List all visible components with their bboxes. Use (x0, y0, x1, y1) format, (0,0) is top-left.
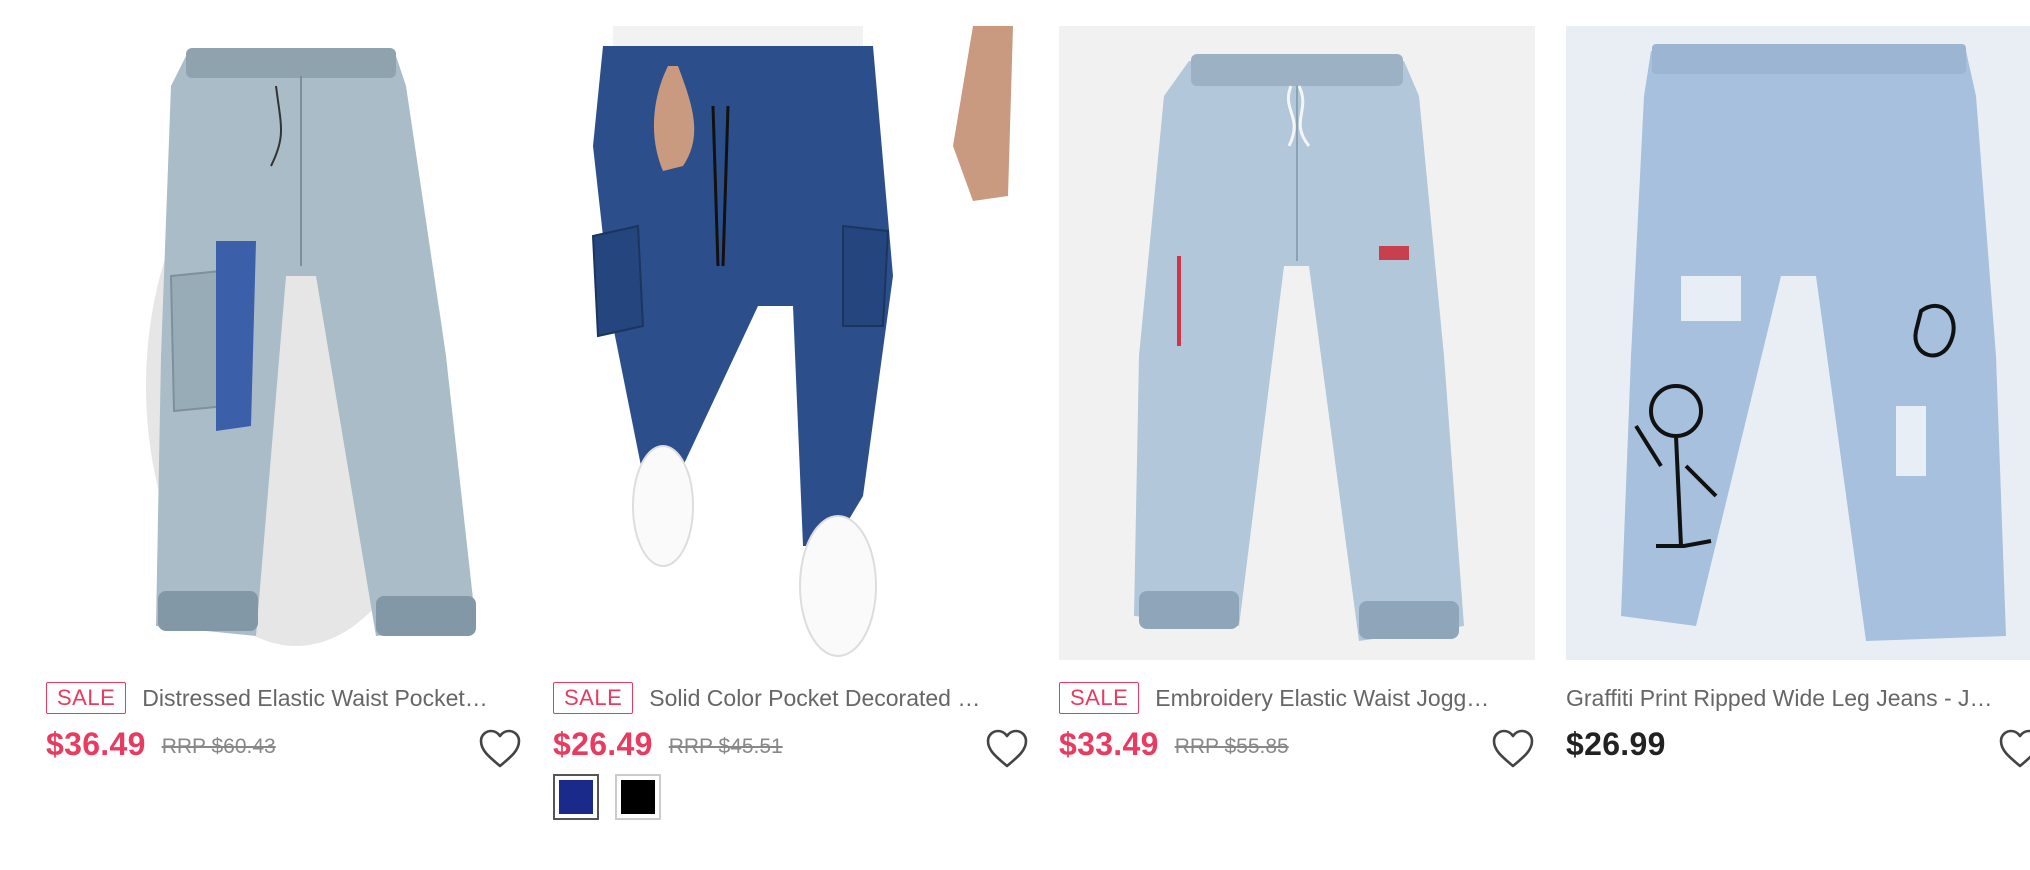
color-swatch-navy[interactable] (553, 774, 599, 820)
sale-badge: SALE (553, 682, 634, 714)
product-card: SALE Distressed Elastic Waist Pocket… $3… (46, 0, 522, 870)
sale-price: $26.49 (553, 725, 653, 762)
product-card: SALE Embroidery Elastic Waist Jogg… $33.… (1059, 0, 1535, 870)
product-grid: SALE Distressed Elastic Waist Pocket… $3… (0, 0, 2030, 870)
jeans-light-wash-icon (146, 48, 476, 646)
wishlist-heart-icon[interactable] (1491, 728, 1535, 770)
product-title[interactable]: Distressed Elastic Waist Pocket… (142, 685, 522, 712)
sale-price: $36.49 (46, 725, 146, 762)
product-title[interactable]: Solid Color Pocket Decorated … (649, 685, 1029, 712)
product-card: Graffiti Print Ripped Wide Leg Jeans - J… (1566, 0, 2030, 870)
color-swatches (553, 774, 661, 820)
product-image[interactable] (1059, 26, 1535, 660)
color-swatch-black[interactable] (615, 774, 661, 820)
product-image[interactable] (46, 26, 522, 660)
wishlist-heart-icon[interactable] (985, 728, 1029, 770)
product-image[interactable] (1566, 26, 2030, 660)
product-card: SALE Solid Color Pocket Decorated … $26.… (553, 0, 1029, 870)
product-title[interactable]: Embroidery Elastic Waist Jogg… (1155, 685, 1535, 712)
jeans-graffiti-icon (1621, 44, 2006, 641)
rrp-price: RRP $60.43 (161, 735, 276, 758)
price: $26.99 (1566, 725, 1666, 762)
sale-price: $33.49 (1059, 725, 1159, 762)
sale-badge: SALE (1059, 682, 1140, 714)
sale-badge: SALE (46, 682, 127, 714)
product-title[interactable]: Graffiti Print Ripped Wide Leg Jeans - J… (1566, 685, 2030, 712)
product-image[interactable] (553, 26, 1029, 660)
wishlist-heart-icon[interactable] (1998, 728, 2030, 770)
rrp-price: RRP $55.85 (1174, 735, 1289, 758)
jeans-dark-blue-icon (591, 26, 1013, 657)
rrp-price: RRP $45.51 (668, 735, 783, 758)
wishlist-heart-icon[interactable] (478, 728, 522, 770)
jeans-light-blue-jogger-icon (1134, 54, 1464, 641)
